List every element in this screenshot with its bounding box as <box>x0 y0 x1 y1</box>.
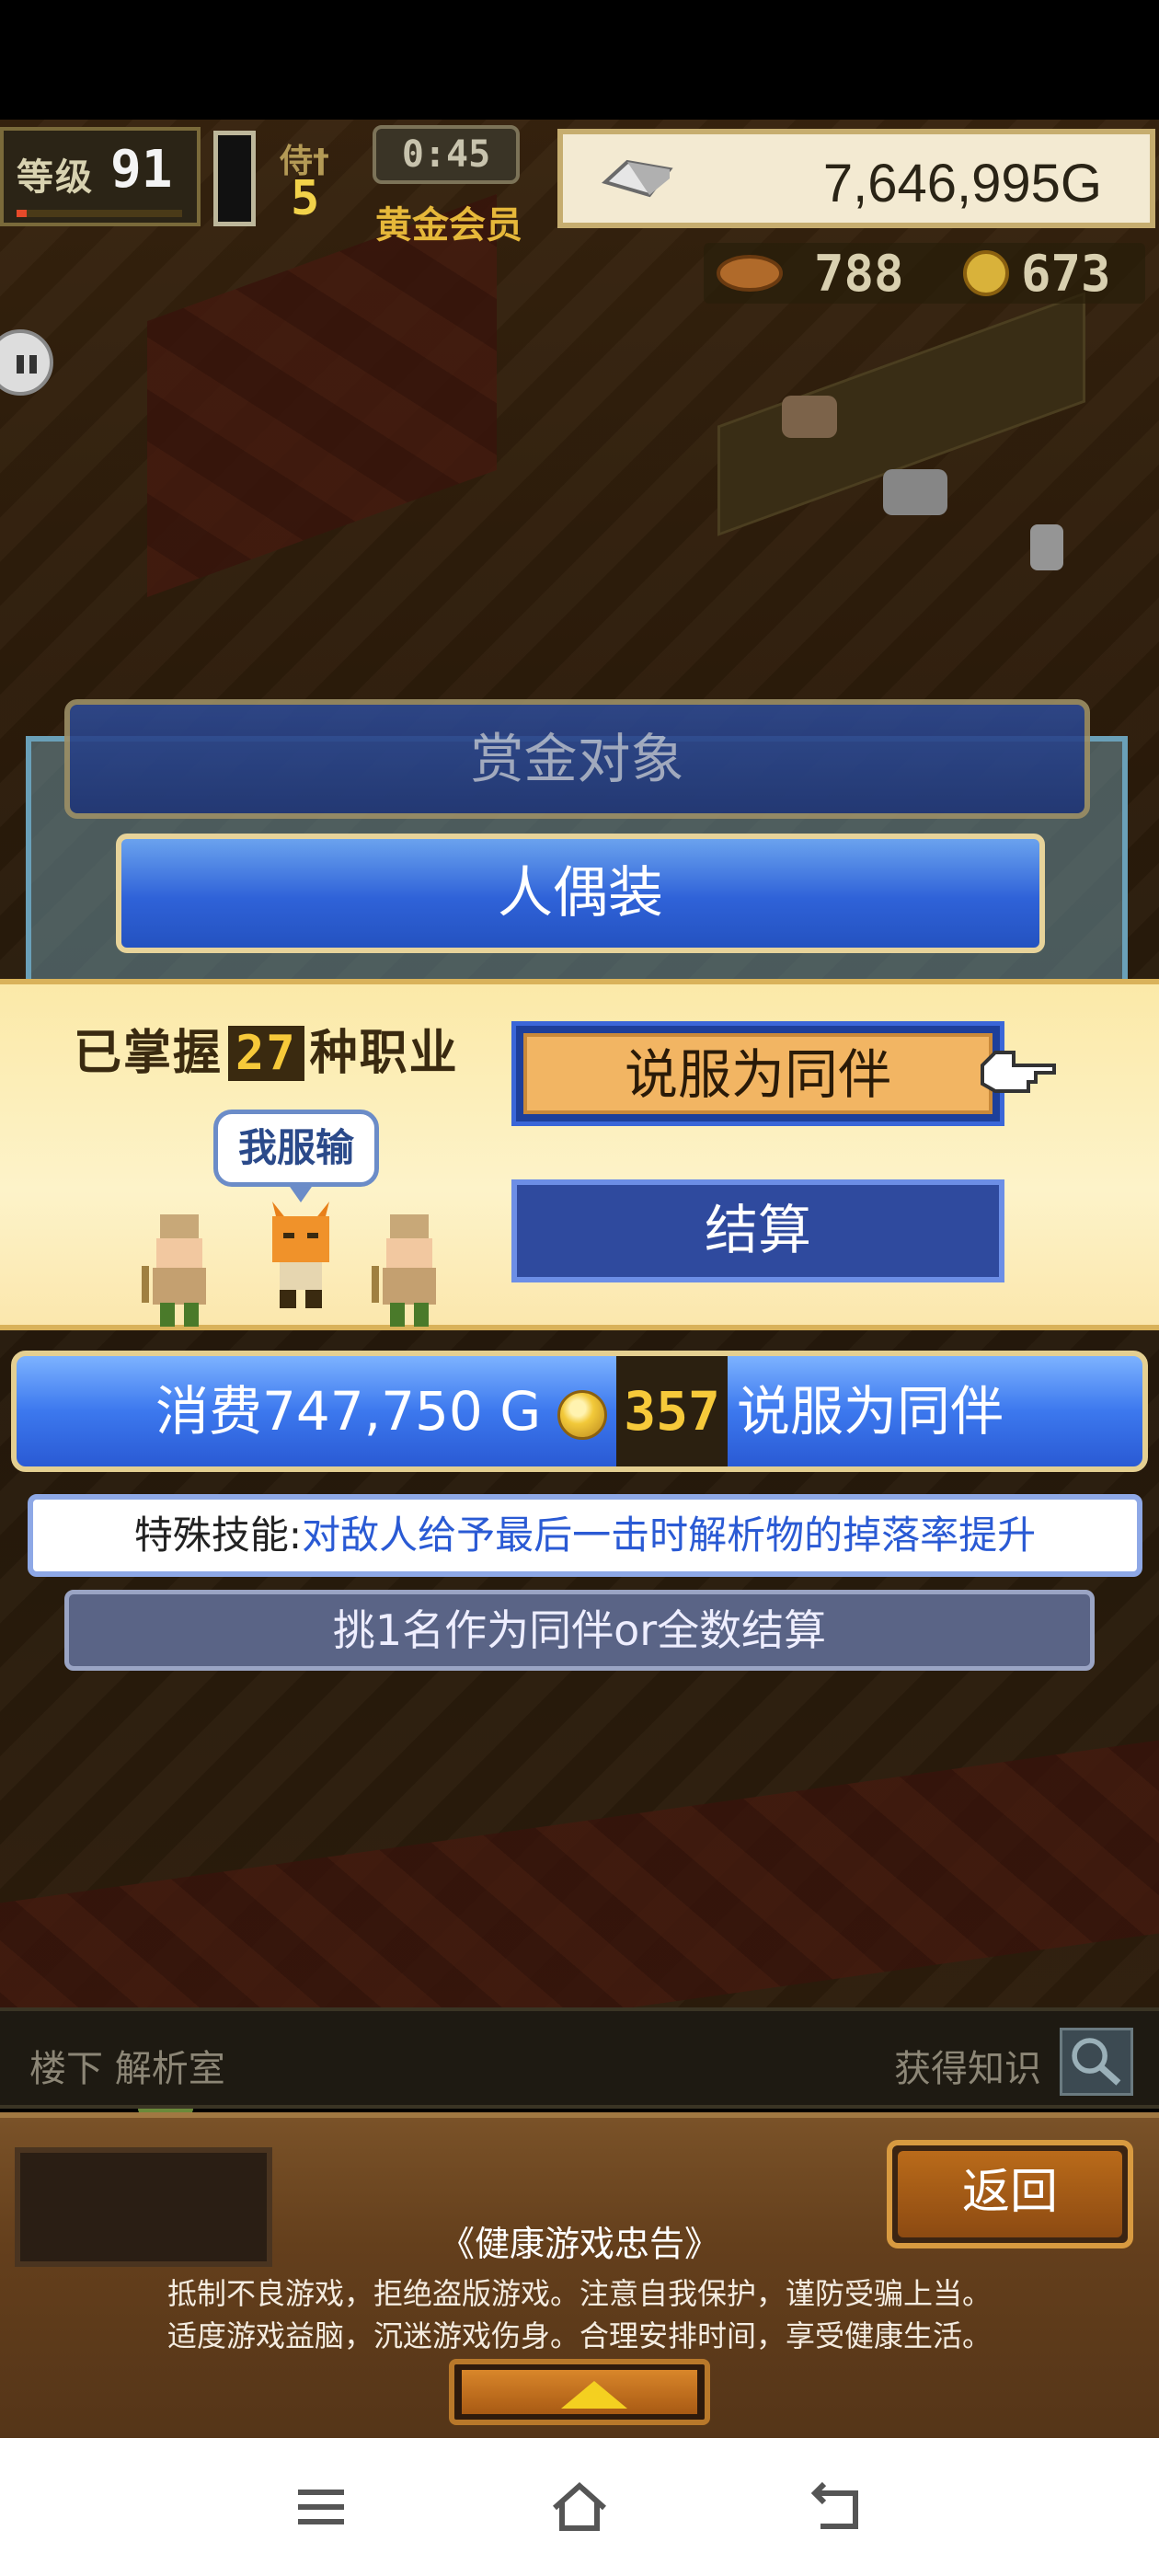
special-skill-box: 特殊技能:对敌人给予最后一击时解析物的掉落率提升 <box>28 1494 1142 1577</box>
gold-amount: 7,646,995G <box>822 154 1102 213</box>
health-advice-line2: 适度游戏益脑，沉迷游戏伤身。合理安排时间，享受健康生活。 <box>166 2318 992 2353</box>
health-advice-line1: 抵制不良游戏，拒绝盗版游戏。注意自我保护，谨防受骗上当。 <box>166 2276 992 2311</box>
top-black-bar <box>0 0 1159 120</box>
hand-pointer-icon <box>981 1051 1056 1093</box>
gold-panel: 7,646,995G <box>557 129 1155 228</box>
coin-count: 673 <box>1021 245 1111 303</box>
settle-button[interactable]: 结算 <box>511 1179 1004 1282</box>
bottom-panel: 返回 《健康游戏忠告》 抵制不良游戏，拒绝盗版游戏。注意自我保护，谨防受骗上当。… <box>0 2112 1159 2438</box>
membership-label: 黄金会员 <box>375 204 522 247</box>
timer: 0:45 <box>373 125 520 184</box>
persuade-label: 说服为同伴 <box>523 1033 993 1114</box>
settle-label: 结算 <box>704 1199 811 1261</box>
skill-text: 对敌人给予最后一击时解析物的掉落率提升 <box>302 1512 1037 1558</box>
level-label: 等级 <box>17 156 94 199</box>
jobs-suffix: 种职业 <box>309 1026 459 1081</box>
back-nav-icon[interactable] <box>806 2475 870 2539</box>
level-panel: 等级 91 <box>0 127 201 226</box>
bounty-title-banner: 赏金对象 <box>64 699 1090 819</box>
speech-bubble: 我服输 <box>213 1110 379 1202</box>
persuade-cost-button[interactable]: 消费747,750 G 357 说服为同伴 <box>11 1351 1148 1472</box>
gauge-meter <box>213 131 256 226</box>
target-name-button[interactable]: 人偶装 <box>116 834 1045 953</box>
xp-bar <box>17 210 182 217</box>
system-nav-bar <box>0 2438 1159 2576</box>
rank-value: 5 <box>291 171 320 226</box>
explorer-right-sprite <box>372 1214 436 1327</box>
health-advice-title: 《健康游戏忠告》 <box>439 2224 719 2264</box>
xp-fill <box>17 210 27 217</box>
coin-icon <box>557 1389 608 1440</box>
jobs-count: 27 <box>228 1026 304 1081</box>
jobs-prefix: 已掌握 <box>74 1026 224 1081</box>
floor-label: 楼下 解析室 <box>29 2048 225 2090</box>
home-icon[interactable] <box>547 2475 612 2539</box>
menu-icon[interactable] <box>289 2475 353 2539</box>
cost-amount: 消费747,750 G <box>155 1380 542 1443</box>
cat-costume-sprite <box>272 1202 329 1308</box>
hint-bar: 挑1名作为同伴or全数结算 <box>64 1590 1095 1671</box>
location-bar: 楼下 解析室 获得知识 <box>0 2007 1159 2109</box>
persuade-button[interactable]: 说服为同伴 <box>511 1021 1004 1126</box>
cost-action: 说服为同伴 <box>736 1380 1004 1443</box>
expand-button[interactable] <box>449 2359 710 2425</box>
magnifier-icon[interactable] <box>1060 2028 1133 2096</box>
resource-panel: 788 673 <box>704 243 1145 304</box>
target-name: 人偶装 <box>498 861 663 926</box>
coin-icon <box>963 250 1009 296</box>
arrow-up-icon <box>561 2381 627 2409</box>
gold-bar-icon <box>602 159 673 198</box>
hint-text: 挑1名作为同伴or全数结算 <box>332 1605 827 1655</box>
medal-count: 357 <box>616 1356 728 1466</box>
skill-label: 特殊技能: <box>133 1512 303 1558</box>
food-icon <box>717 255 783 292</box>
food-count: 788 <box>814 245 904 303</box>
explorer-left-sprite <box>142 1214 206 1327</box>
level-value: 91 <box>110 140 173 200</box>
bounty-title: 赏金对象 <box>470 728 684 790</box>
knowledge-label: 获得知识 <box>894 2048 1041 2090</box>
jobs-mastered: 已掌握 27 种职业 <box>74 1014 459 1081</box>
